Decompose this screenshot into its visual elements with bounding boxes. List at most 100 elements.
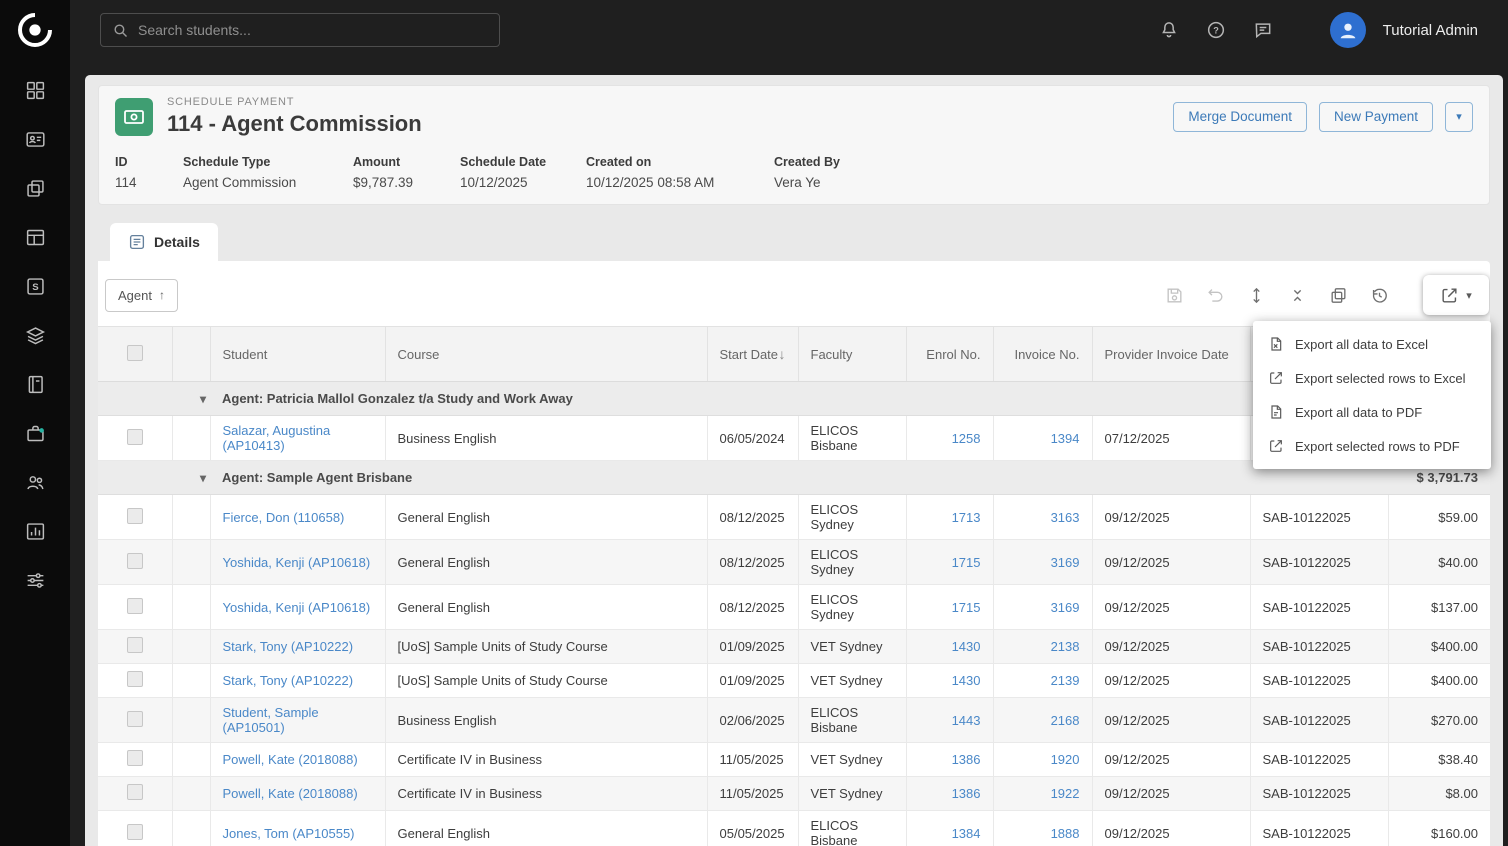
user-name[interactable]: Tutorial Admin xyxy=(1383,22,1478,39)
save-icon[interactable] xyxy=(1157,278,1191,312)
enrol-no-link[interactable]: 1715 xyxy=(952,555,981,570)
invoice-no-link[interactable]: 1394 xyxy=(1051,431,1080,446)
student-link[interactable]: Yoshida, Kenji (AP10618) xyxy=(223,555,371,570)
expand-all-rows-icon[interactable] xyxy=(1239,278,1273,312)
row-checkbox[interactable] xyxy=(127,824,143,840)
student-link[interactable]: Jones, Tom (AP10555) xyxy=(223,826,355,841)
menu-item-export-all-excel[interactable]: Export all data to Excel xyxy=(1253,327,1491,361)
group-by-agent-chip[interactable]: Agent ↑ xyxy=(105,279,178,312)
group-collapse-icon[interactable]: ▾ xyxy=(200,471,206,485)
sidebar-item-table-icon[interactable] xyxy=(0,213,70,262)
row-checkbox[interactable] xyxy=(127,784,143,800)
menu-item-export-selected-excel[interactable]: Export selected rows to Excel xyxy=(1253,361,1491,395)
student-link[interactable]: Fierce, Don (110658) xyxy=(223,510,345,525)
select-all-checkbox[interactable] xyxy=(127,345,143,361)
export-button[interactable]: ▾ xyxy=(1423,275,1489,315)
row-checkbox[interactable] xyxy=(127,750,143,766)
invoice-no-link[interactable]: 3169 xyxy=(1051,555,1080,570)
amount-cell: $38.40 xyxy=(1388,743,1490,777)
history-icon[interactable] xyxy=(1362,278,1396,312)
app-logo-icon[interactable] xyxy=(15,10,55,50)
student-link[interactable]: Powell, Kate (2018088) xyxy=(223,752,358,767)
tab-details[interactable]: Details xyxy=(110,223,218,261)
student-link[interactable]: Stark, Tony (AP10222) xyxy=(223,639,354,654)
sidebar-item-subjects-icon[interactable]: S xyxy=(0,262,70,311)
faculty-cell: VET Sydney xyxy=(798,630,906,664)
enrol-no-link[interactable]: 1443 xyxy=(952,713,981,728)
help-icon[interactable]: ? xyxy=(1206,20,1226,40)
row-checkbox[interactable] xyxy=(127,711,143,727)
col-start-date[interactable]: Start Date ↓ xyxy=(707,327,798,382)
undo-icon[interactable] xyxy=(1198,278,1232,312)
col-faculty[interactable]: Faculty xyxy=(798,327,906,382)
invoice-no-link[interactable]: 2138 xyxy=(1051,639,1080,654)
enrol-no-link[interactable]: 1430 xyxy=(952,639,981,654)
start-date-cell: 06/05/2024 xyxy=(707,416,798,461)
sidebar-item-settings-icon[interactable] xyxy=(0,556,70,605)
row-checkbox[interactable] xyxy=(127,553,143,569)
enrol-no-link[interactable]: 1715 xyxy=(952,600,981,615)
group-collapse-icon[interactable]: ▾ xyxy=(200,392,206,406)
table-row: Stark, Tony (AP10222)[UoS] Sample Units … xyxy=(98,630,1490,664)
sidebar-item-documents-icon[interactable] xyxy=(0,164,70,213)
row-checkbox[interactable] xyxy=(127,598,143,614)
sidebar-item-agents-icon[interactable] xyxy=(0,458,70,507)
sidebar-item-reports-icon[interactable] xyxy=(0,507,70,556)
new-payment-button[interactable]: New Payment xyxy=(1319,102,1433,132)
pdf-file-icon xyxy=(1268,404,1284,420)
more-actions-caret-button[interactable]: ▾ xyxy=(1445,102,1473,132)
amount-cell: $59.00 xyxy=(1388,495,1490,540)
enrol-no-link[interactable]: 1258 xyxy=(952,431,981,446)
enrol-no-link[interactable]: 1386 xyxy=(952,752,981,767)
copy-icon[interactable] xyxy=(1321,278,1355,312)
field-label: Amount xyxy=(353,155,460,169)
field-label: Schedule Date xyxy=(460,155,586,169)
col-invoice-no[interactable]: Invoice No. xyxy=(993,327,1092,382)
invoice-no-link[interactable]: 1920 xyxy=(1051,752,1080,767)
course-cell: General English xyxy=(385,540,707,585)
notifications-bell-icon[interactable] xyxy=(1159,20,1179,40)
table-row: Yoshida, Kenji (AP10618)General English0… xyxy=(98,540,1490,585)
user-avatar[interactable] xyxy=(1330,12,1366,48)
row-checkbox[interactable] xyxy=(127,508,143,524)
row-checkbox[interactable] xyxy=(127,637,143,653)
invoice-no-link[interactable]: 1922 xyxy=(1051,786,1080,801)
sidebar-item-dashboard-icon[interactable] xyxy=(0,66,70,115)
row-checkbox[interactable] xyxy=(127,429,143,445)
invoice-no-link[interactable]: 2139 xyxy=(1051,673,1080,688)
student-link[interactable]: Yoshida, Kenji (AP10618) xyxy=(223,600,371,615)
chat-icon[interactable] xyxy=(1253,20,1273,40)
invoice-no-link[interactable]: 1888 xyxy=(1051,826,1080,841)
student-search[interactable] xyxy=(100,13,500,47)
invoice-no-link[interactable]: 3163 xyxy=(1051,510,1080,525)
student-link[interactable]: Student, Sample (AP10501) xyxy=(223,705,319,735)
student-link[interactable]: Powell, Kate (2018088) xyxy=(223,786,358,801)
sidebar-item-book-icon[interactable] xyxy=(0,360,70,409)
row-checkbox[interactable] xyxy=(127,671,143,687)
enrol-no-link[interactable]: 1384 xyxy=(952,826,981,841)
col-course[interactable]: Course xyxy=(385,327,707,382)
sidebar-item-briefcase-icon[interactable] xyxy=(0,409,70,458)
start-date-cell: 11/05/2025 xyxy=(707,743,798,777)
col-enrol-no[interactable]: Enrol No. xyxy=(906,327,993,382)
student-link[interactable]: Salazar, Augustina (AP10413) xyxy=(223,423,331,453)
col-provider-invoice-date[interactable]: Provider Invoice Date xyxy=(1092,327,1250,382)
provider-invoice-no-cell: SAB-10122025 xyxy=(1250,698,1388,743)
search-input[interactable] xyxy=(138,22,488,38)
menu-item-export-selected-pdf[interactable]: Export selected rows to PDF xyxy=(1253,429,1491,463)
table-row: Stark, Tony (AP10222)[UoS] Sample Units … xyxy=(98,664,1490,698)
enrol-no-link[interactable]: 1713 xyxy=(952,510,981,525)
sidebar-item-courses-icon[interactable] xyxy=(0,311,70,360)
course-cell: Certificate IV in Business xyxy=(385,777,707,811)
course-cell: Certificate IV in Business xyxy=(385,743,707,777)
sidebar-item-contacts-icon[interactable] xyxy=(0,115,70,164)
invoice-no-link[interactable]: 2168 xyxy=(1051,713,1080,728)
collapse-all-rows-icon[interactable] xyxy=(1280,278,1314,312)
menu-item-export-all-pdf[interactable]: Export all data to PDF xyxy=(1253,395,1491,429)
col-student[interactable]: Student xyxy=(210,327,385,382)
invoice-no-link[interactable]: 3169 xyxy=(1051,600,1080,615)
student-link[interactable]: Stark, Tony (AP10222) xyxy=(223,673,354,688)
enrol-no-link[interactable]: 1386 xyxy=(952,786,981,801)
merge-document-button[interactable]: Merge Document xyxy=(1173,102,1307,132)
enrol-no-link[interactable]: 1430 xyxy=(952,673,981,688)
